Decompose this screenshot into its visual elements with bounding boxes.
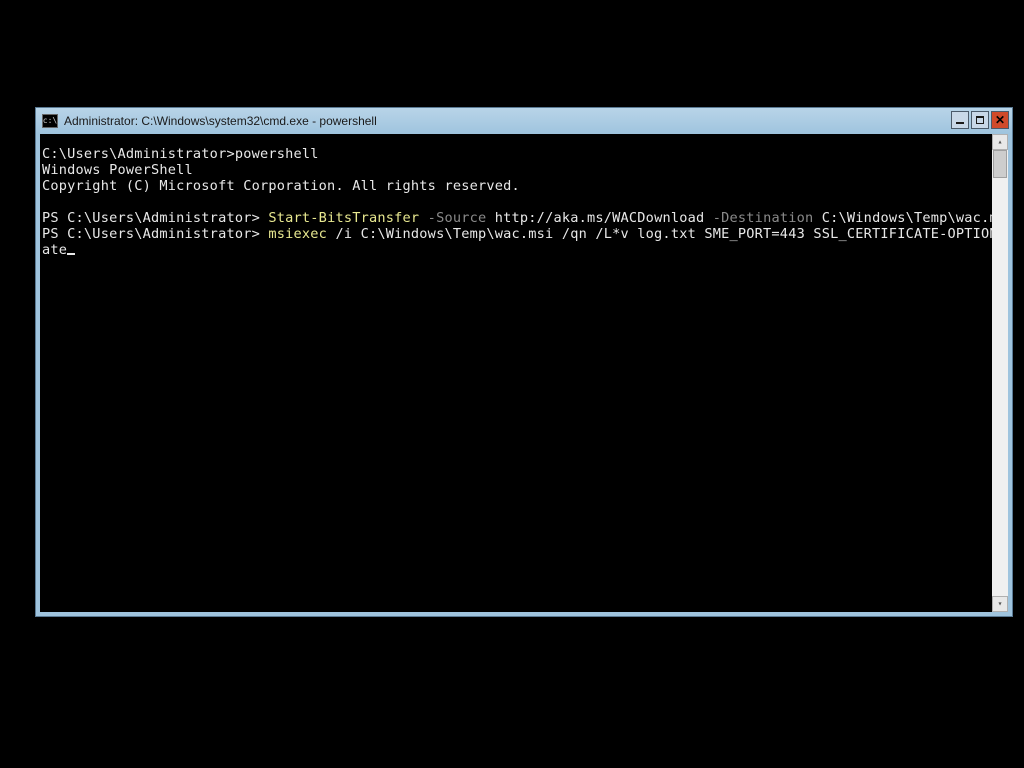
cmd-prompt: C:\Users\Administrator> <box>42 146 235 162</box>
cmdlet-start-bitstransfer: Start-BitsTransfer <box>268 210 419 226</box>
window-title: Administrator: C:\Windows\system32\cmd.e… <box>64 114 377 128</box>
param-destination: -Destination <box>704 210 821 226</box>
cmd-msiexec-args: /i C:\Windows\Temp\wac.msi /qn /L*v log.… <box>335 226 992 242</box>
ps-prompt-1: PS C:\Users\Administrator> <box>42 210 268 226</box>
param-source: -Source <box>419 210 494 226</box>
maximize-icon <box>976 116 984 124</box>
arg-url: http://aka.ms/WACDownload <box>495 210 705 226</box>
ps-banner-2: Copyright (C) Microsoft Corporation. All… <box>42 178 520 194</box>
scroll-up-button[interactable]: ▴ <box>992 134 1008 150</box>
chevron-down-icon: ▾ <box>998 599 1003 609</box>
cmd-text: powershell <box>235 146 319 162</box>
close-icon: ✕ <box>995 114 1005 126</box>
scrollbar-thumb[interactable] <box>993 150 1007 178</box>
cmd-icon: c:\ <box>42 114 58 128</box>
cmd-window: c:\ Administrator: C:\Windows\system32\c… <box>35 107 1013 617</box>
ps-banner-1: Windows PowerShell <box>42 162 193 178</box>
arg-destpath: C:\Windows\Temp\wac.msi <box>822 210 992 226</box>
cmd-msiexec: msiexec <box>268 226 335 242</box>
maximize-button[interactable] <box>971 111 989 129</box>
terminal-output[interactable]: C:\Users\Administrator>powershell Window… <box>40 134 992 612</box>
cmd-msiexec-wrap: ate <box>42 242 67 258</box>
vertical-scrollbar[interactable]: ▴ ▾ <box>992 134 1008 612</box>
ps-prompt-2: PS C:\Users\Administrator> <box>42 226 268 242</box>
titlebar[interactable]: c:\ Administrator: C:\Windows\system32\c… <box>36 108 1012 134</box>
client-area: C:\Users\Administrator>powershell Window… <box>40 134 1008 612</box>
cursor <box>67 253 75 255</box>
minimize-button[interactable] <box>951 111 969 129</box>
scroll-down-button[interactable]: ▾ <box>992 596 1008 612</box>
window-controls: ✕ <box>951 111 1009 129</box>
close-button[interactable]: ✕ <box>991 111 1009 129</box>
chevron-up-icon: ▴ <box>998 137 1003 147</box>
scrollbar-track[interactable] <box>992 150 1008 596</box>
minimize-icon <box>956 122 964 124</box>
